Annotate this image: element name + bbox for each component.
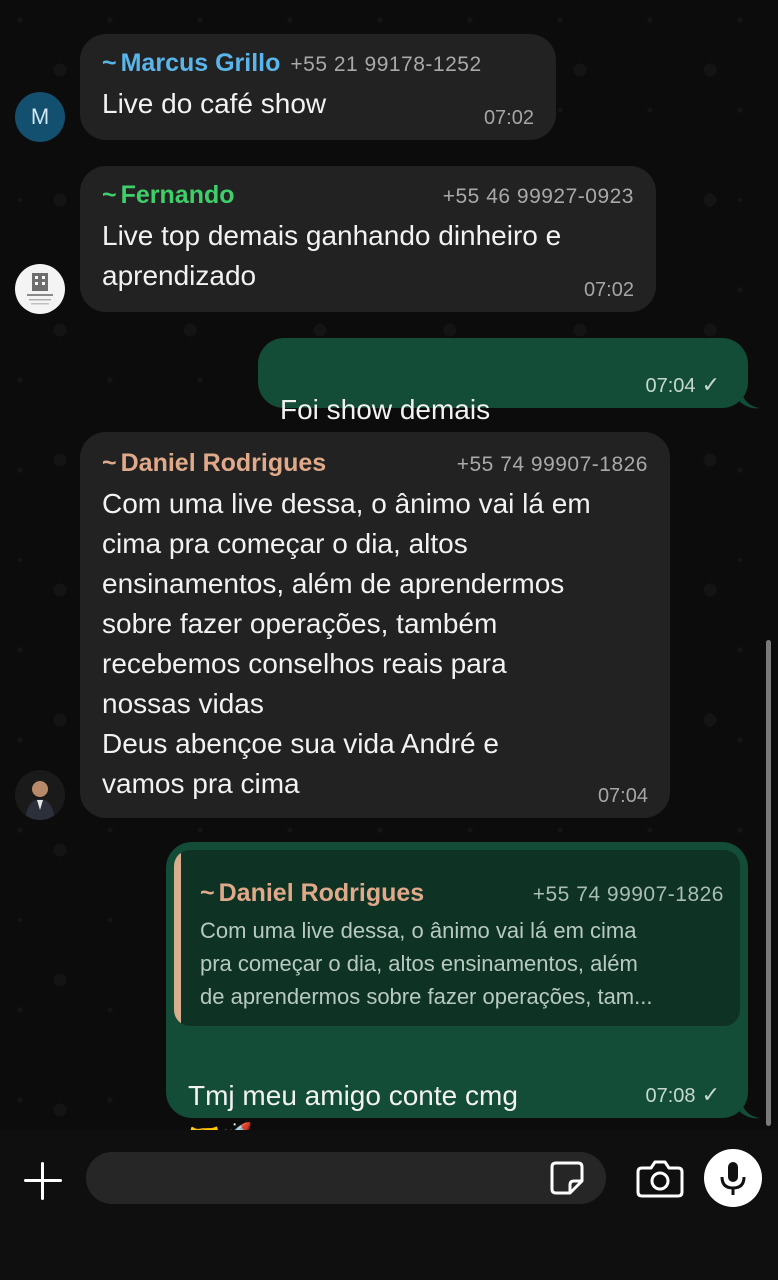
message-text: Com uma live dessa, o ânimo vai lá em ci…: [102, 488, 591, 799]
message-time: 07:08 ✓: [645, 1082, 721, 1107]
sent-check-icon: ✓: [701, 372, 720, 397]
chat-background: M ~ Marcus Grillo +55 21 99178-1252 Live…: [0, 0, 778, 1130]
sender-name[interactable]: ~ Daniel Rodrigues: [102, 448, 326, 478]
message-text: Foi show demais: [280, 394, 491, 425]
bubble-tail: [740, 388, 760, 409]
scrollbar[interactable]: [766, 640, 771, 1126]
camera-icon[interactable]: [636, 1158, 684, 1198]
bubble-tail: [740, 1098, 760, 1119]
message-text-line: Tmj meu amigo conte cmg 🤝🚀: [188, 1036, 518, 1130]
message-bubble-daniel[interactable]: ~ Daniel Rodrigues +55 74 99907-1826 Com…: [80, 432, 670, 818]
avatar-fernando[interactable]: [15, 264, 65, 314]
company-logo-icon: [27, 273, 53, 305]
sender-name[interactable]: ~ Fernando: [102, 180, 235, 210]
handshake-rocket-emoji: 🤝🚀: [188, 1121, 253, 1130]
sender-line: ~ Fernando +55 46 99927-0923: [102, 180, 634, 212]
avatar-letter: M: [30, 104, 50, 129]
message-text: Tmj meu amigo conte cmg: [188, 1080, 518, 1111]
quote-content: ~ Daniel Rodrigues +55 74 99907-1826 Com…: [200, 878, 724, 1013]
quote-sender-line: ~ Daniel Rodrigues +55 74 99907-1826: [200, 878, 724, 910]
quote-text: Com uma live dessa, o ânimo vai lá em ci…: [200, 918, 653, 1009]
message-bubble-outgoing-1[interactable]: Foi show demais 👏🏼👏🏼 07:04✓: [258, 338, 748, 465]
sender-phone: +55 21 99178-1252: [290, 53, 482, 76]
sender-line: ~ Marcus Grillo +55 21 99178-1252: [102, 48, 534, 80]
sender-phone: +55 74 99907-1826: [456, 453, 648, 476]
message-input[interactable]: [86, 1152, 606, 1204]
message-text: Live do café show: [102, 88, 327, 119]
message-bubble-fernando[interactable]: ~ Fernando +55 46 99927-0923 Live top de…: [80, 166, 656, 312]
avatar-daniel[interactable]: [15, 770, 65, 820]
sent-check-icon: ✓: [701, 1082, 720, 1107]
quote-sender-name: ~ Daniel Rodrigues: [200, 879, 425, 907]
message-time: 07:04 ✓: [645, 372, 721, 397]
message-text: Live top demais ganhando dinheiro e apre…: [102, 220, 562, 291]
composer-bar: [0, 1130, 778, 1280]
message-bubble-marcus[interactable]: ~ Marcus Grillo +55 21 99178-1252 Live d…: [80, 34, 556, 140]
microphone-button[interactable]: [704, 1149, 762, 1207]
quoted-message[interactable]: ~ Daniel Rodrigues +55 74 99907-1826 Com…: [174, 850, 740, 1026]
message-bubble-outgoing-2[interactable]: ~ Daniel Rodrigues +55 74 99907-1826 Com…: [166, 842, 748, 1130]
microphone-icon: [720, 1162, 746, 1195]
message-time: 07:02: [583, 279, 634, 301]
sticker-icon[interactable]: [548, 1159, 586, 1197]
message-time: 07:02: [483, 107, 534, 129]
sender-phone: +55 46 99927-0923: [442, 185, 634, 208]
sender-line: ~ Daniel Rodrigues +55 74 99907-1826: [102, 448, 648, 480]
quote-accent-bar: [174, 850, 181, 1026]
sender-name[interactable]: ~ Marcus Grillo: [102, 48, 280, 78]
quote-sender-phone: +55 74 99907-1826: [532, 883, 724, 906]
avatar-marcus[interactable]: M: [15, 92, 65, 142]
message-time: 07:04: [597, 785, 648, 807]
person-photo-icon: [25, 778, 55, 820]
plus-icon[interactable]: [22, 1160, 64, 1202]
